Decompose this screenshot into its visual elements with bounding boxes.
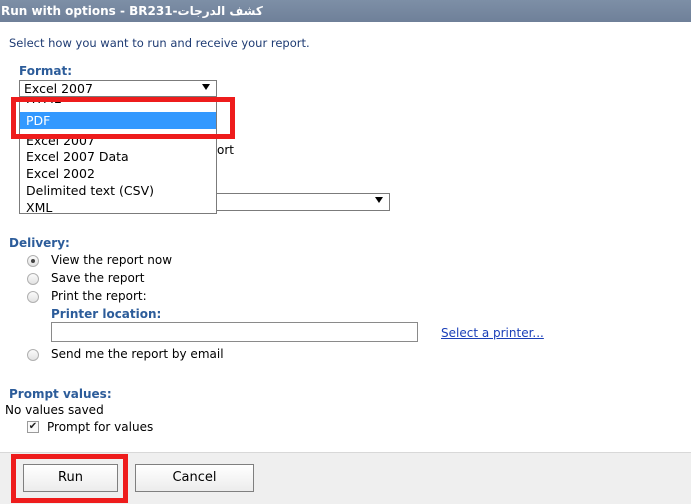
radio-save-report-label: Save the report [51, 271, 145, 285]
language-select[interactable] [200, 193, 390, 211]
prompt-values-label: Prompt values: [9, 387, 112, 401]
format-selected-value: Excel 2007 [24, 81, 93, 96]
chevron-down-icon [375, 197, 383, 203]
chevron-down-icon [202, 84, 210, 90]
checkmark-icon: ✔ [28, 421, 38, 432]
radio-print-report-label: Print the report: [51, 289, 147, 303]
prompt-checkbox-label: Prompt for values [47, 420, 154, 434]
radio-view-now[interactable] [27, 255, 39, 267]
radio-send-email-label: Send me the report by email [51, 347, 224, 361]
printer-location-input[interactable] [51, 322, 418, 342]
delivery-label: Delivery: [9, 236, 70, 250]
radio-send-email[interactable] [27, 349, 39, 361]
annotation-box-run [11, 454, 128, 503]
cancel-button[interactable]: Cancel [135, 464, 254, 492]
dialog-title: Run with options - BR231-كشف الدرجات [1, 4, 263, 18]
printer-location-label: Printer location: [51, 307, 162, 321]
radio-view-now-label: View the report now [51, 253, 173, 267]
hidden-option-text: ort [217, 143, 234, 157]
intro-text: Select how you want to run and receive y… [9, 36, 310, 50]
format-option-excel-2002[interactable]: Excel 2002 [20, 165, 216, 182]
select-printer-link[interactable]: Select a printer... [441, 326, 544, 340]
format-option-excel-2007-data[interactable]: Excel 2007 Data [20, 148, 216, 165]
radio-save-report[interactable] [27, 273, 39, 285]
prompt-values-status: No values saved [5, 403, 104, 417]
annotation-box-pdf [11, 97, 235, 139]
radio-print-report[interactable] [27, 291, 39, 303]
prompt-checkbox[interactable]: ✔ [27, 421, 39, 433]
format-option-csv[interactable]: Delimited text (CSV) [20, 182, 216, 199]
dialog-title-bar: Run with options - BR231-كشف الدرجات [0, 0, 691, 22]
format-option-xml[interactable]: XML [20, 199, 216, 213]
format-label: Format: [19, 64, 73, 78]
